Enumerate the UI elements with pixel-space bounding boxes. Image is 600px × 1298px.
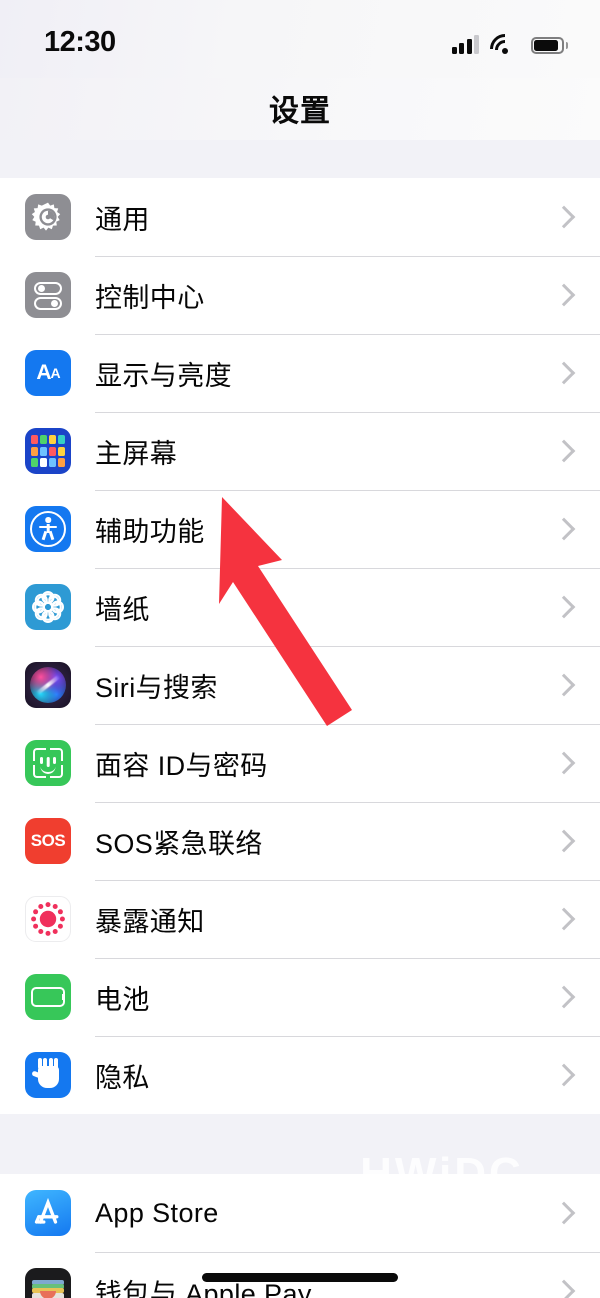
exposure-notification-icon xyxy=(25,896,71,942)
settings-row-exposure-notifications[interactable]: 暴露通知 xyxy=(0,880,600,958)
gear-icon xyxy=(25,194,71,240)
settings-row-accessibility[interactable]: 辅助功能 xyxy=(0,490,600,568)
wallet-icon xyxy=(25,1268,71,1298)
settings-row-general[interactable]: 通用 xyxy=(0,178,600,256)
control-center-icon xyxy=(25,272,71,318)
settings-row-label: 面容 ID与密码 xyxy=(95,750,268,781)
display-brightness-icon: AA xyxy=(25,350,71,396)
settings-row-label: App Store xyxy=(95,1197,219,1228)
chevron-right-icon xyxy=(552,283,576,307)
settings-row-label: 辅助功能 xyxy=(95,516,205,547)
settings-row-display-brightness[interactable]: AA 显示与亮度 xyxy=(0,334,600,412)
accessibility-icon xyxy=(25,506,71,552)
settings-group-system: 通用 控制中心 AA 显示与亮度 主屏幕 辅助功能 墙纸 Siri与搜索 面容 … xyxy=(0,178,600,1114)
chevron-right-icon xyxy=(552,439,576,463)
settings-row-label: 显示与亮度 xyxy=(95,360,232,391)
cellular-signal-icon xyxy=(451,34,479,54)
settings-row-label: 控制中心 xyxy=(95,282,205,313)
chevron-right-icon xyxy=(552,205,576,229)
chevron-right-icon xyxy=(552,595,576,619)
settings-row-battery[interactable]: 电池 xyxy=(0,958,600,1036)
chevron-right-icon xyxy=(552,361,576,385)
settings-row-label: 墙纸 xyxy=(95,594,150,625)
battery-settings-icon xyxy=(25,974,71,1020)
chevron-right-icon xyxy=(552,673,576,697)
chevron-right-icon xyxy=(552,1279,576,1298)
app-store-icon xyxy=(25,1190,71,1236)
battery-icon xyxy=(531,37,568,54)
settings-row-label: 暴露通知 xyxy=(95,906,205,937)
settings-row-emergency-sos[interactable]: SOS SOS紧急联络 xyxy=(0,802,600,880)
page-title: 设置 xyxy=(269,95,331,128)
wifi-icon xyxy=(483,27,527,71)
face-id-icon xyxy=(25,740,71,786)
settings-row-label: 电池 xyxy=(95,984,150,1015)
chevron-right-icon xyxy=(552,1201,576,1225)
settings-row-label: 隐私 xyxy=(95,1062,150,1093)
home-indicator xyxy=(202,1273,398,1282)
siri-icon xyxy=(25,662,71,708)
settings-row-app-store[interactable]: App Store xyxy=(0,1174,600,1252)
navigation-bar: 设置 xyxy=(0,78,600,140)
chevron-right-icon xyxy=(552,985,576,1009)
settings-row-face-id[interactable]: 面容 ID与密码 xyxy=(0,724,600,802)
chevron-right-icon xyxy=(552,907,576,931)
chevron-right-icon xyxy=(552,751,576,775)
settings-row-siri-search[interactable]: Siri与搜索 xyxy=(0,646,600,724)
settings-row-label: 通用 xyxy=(95,204,150,235)
settings-row-control-center[interactable]: 控制中心 xyxy=(0,256,600,334)
settings-row-privacy[interactable]: 隐私 xyxy=(0,1036,600,1114)
settings-row-label: Siri与搜索 xyxy=(95,672,218,703)
privacy-hand-icon xyxy=(25,1052,71,1098)
wallpaper-icon xyxy=(25,584,71,630)
chevron-right-icon xyxy=(552,517,576,541)
iphone-settings-screen: 12:30 设置 通用 控制中心 A A 显示与亮度 主屏幕 辅助功能 墙纸 S… xyxy=(0,0,600,1298)
settings-row-label: SOS紧急联络 xyxy=(95,828,263,859)
settings-row-wallpaper[interactable]: 墙纸 xyxy=(0,568,600,646)
sos-icon: SOS xyxy=(25,818,71,864)
group-spacer xyxy=(0,1114,600,1174)
status-bar: 12:30 xyxy=(0,0,600,78)
settings-row-label: 主屏幕 xyxy=(95,438,178,469)
status-bar-time: 12:30 xyxy=(44,26,116,58)
chevron-right-icon xyxy=(552,829,576,853)
status-bar-indicators xyxy=(451,27,568,71)
home-screen-icon xyxy=(25,428,71,474)
settings-row-home-screen[interactable]: 主屏幕 xyxy=(0,412,600,490)
chevron-right-icon xyxy=(552,1063,576,1087)
settings-list[interactable]: 通用 控制中心 AA 显示与亮度 主屏幕 辅助功能 墙纸 Siri与搜索 面容 … xyxy=(0,140,600,1298)
group-spacer xyxy=(0,140,600,178)
